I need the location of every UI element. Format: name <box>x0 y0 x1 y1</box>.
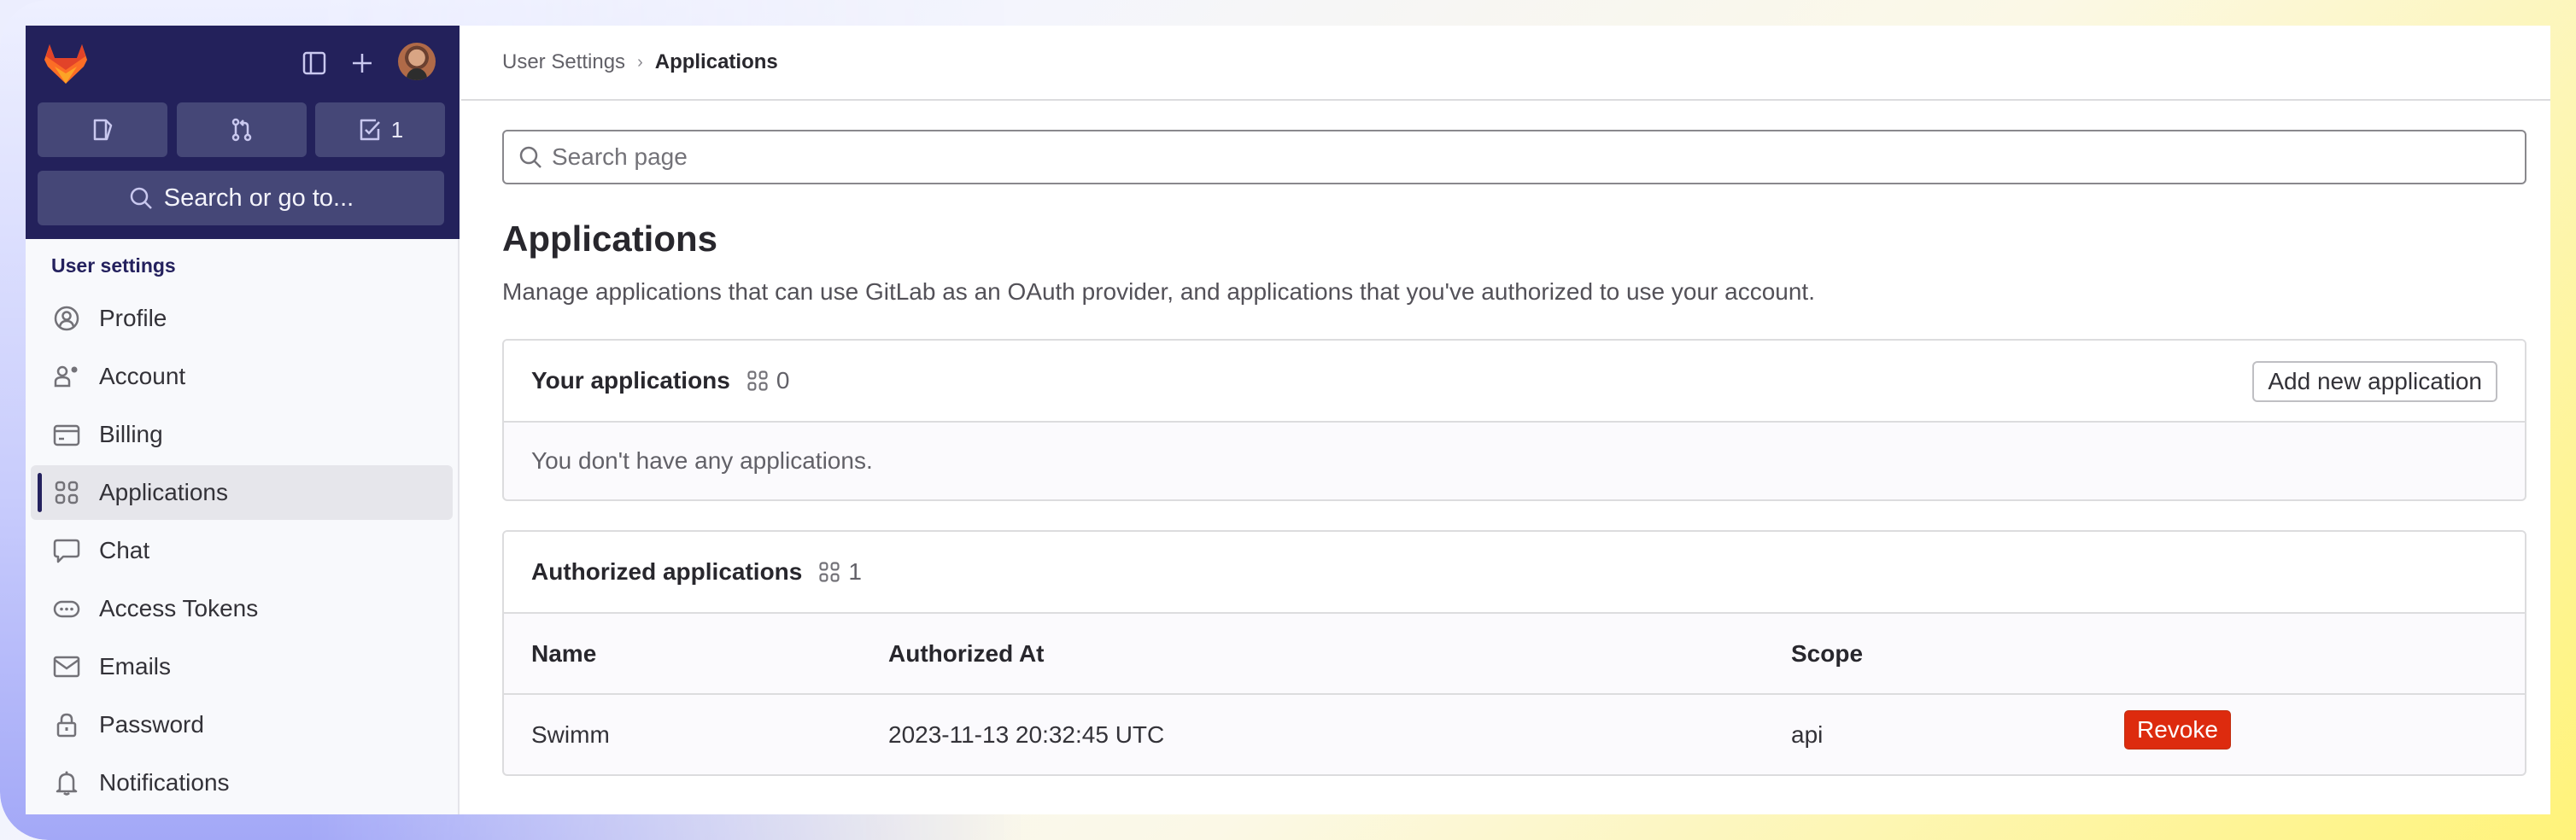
search-icon <box>519 146 542 168</box>
sidebar: 1 Search or go to... User settings Profi… <box>26 26 460 814</box>
applications-icon <box>53 479 80 506</box>
search-icon <box>130 187 152 209</box>
todos-count: 1 <box>390 116 404 143</box>
sidebar-item-label: Billing <box>99 421 163 447</box>
issues-icon <box>93 119 113 141</box>
count-value: 1 <box>848 558 862 585</box>
search-page-field[interactable] <box>502 130 2526 184</box>
cell-authorized-at: 2023-11-13 20:32:45 UTC <box>888 720 1165 748</box>
breadcrumb-applications[interactable]: Applications <box>655 50 778 74</box>
table-row: Swimm 2023-11-13 20:32:45 UTC api Revoke <box>504 694 2525 774</box>
chat-icon <box>53 537 80 564</box>
search-or-go-to-label: Search or go to... <box>163 184 354 212</box>
authorized-applications-card: Authorized applications 1 Name Authorize… <box>502 530 2526 776</box>
column-header-scope: Scope <box>1791 614 2124 695</box>
cell-app-name: Swimm <box>531 720 610 748</box>
sidebar-header: 1 Search or go to... <box>26 26 460 239</box>
breadcrumb-user-settings[interactable]: User Settings <box>502 50 625 74</box>
column-header-name: Name <box>504 614 888 695</box>
mail-icon <box>53 653 80 680</box>
sidebar-item-label: Applications <box>99 479 228 505</box>
sidebar-item-account[interactable]: Account <box>31 349 453 404</box>
page-title: Applications <box>502 219 718 259</box>
sidebar-item-label: Password <box>99 711 204 738</box>
count-value: 0 <box>776 367 790 394</box>
sidebar-item-profile[interactable]: Profile <box>31 291 453 346</box>
bell-icon <box>53 769 80 796</box>
todo-icon <box>360 119 380 141</box>
billing-icon <box>53 421 80 448</box>
revoke-button[interactable]: Revoke <box>2124 709 2231 750</box>
sidebar-item-label: Chat <box>99 537 150 563</box>
user-avatar[interactable] <box>398 43 436 80</box>
main-content: User Settings › Applications Application… <box>461 26 2550 814</box>
sidebar-item-label: Notifications <box>99 769 230 796</box>
your-applications-title: Your applications <box>531 367 730 394</box>
applications-icon <box>747 370 768 391</box>
authorized-applications-count: 1 <box>817 558 862 586</box>
sidebar-item-label: Access Tokens <box>99 595 259 621</box>
app-window: 1 Search or go to... User settings Profi… <box>26 26 2550 814</box>
sidebar-item-label: Emails <box>99 653 172 680</box>
your-applications-count: 0 <box>746 367 790 394</box>
page-description: Manage applications that can use GitLab … <box>502 278 1815 305</box>
sidebar-nav: Profile Account Billing Applications Cha… <box>26 291 460 814</box>
table-header-row: Name Authorized At Scope <box>504 614 2525 695</box>
authorized-applications-table: Name Authorized At Scope Swimm 2023-11-1… <box>504 614 2525 774</box>
sidebar-item-label: Profile <box>99 305 167 331</box>
cell-scope: api <box>1791 720 1824 748</box>
create-new-icon[interactable] <box>343 44 381 82</box>
sidebar-item-notifications[interactable]: Notifications <box>31 755 453 810</box>
sidebar-item-label: Account <box>99 363 186 389</box>
merge-requests-button[interactable] <box>177 102 307 157</box>
sidebar-item-billing[interactable]: Billing <box>31 407 453 462</box>
sidebar-item-access-tokens[interactable]: Access Tokens <box>31 581 453 636</box>
breadcrumb: User Settings › Applications <box>461 26 2550 101</box>
your-applications-header: Your applications 0 Add new application <box>504 341 2525 423</box>
applications-icon <box>819 562 840 582</box>
merge-request-icon <box>231 118 252 142</box>
lock-icon <box>53 711 80 738</box>
profile-icon <box>53 305 80 332</box>
gitlab-logo-icon[interactable] <box>41 41 91 85</box>
add-new-application-button[interactable]: Add new application <box>2252 361 2497 402</box>
account-icon <box>53 363 80 390</box>
authorized-applications-header: Authorized applications 1 <box>504 532 2525 614</box>
sidebar-item-chat[interactable]: Chat <box>31 523 453 578</box>
your-applications-card: Your applications 0 Add new application … <box>502 339 2526 501</box>
sidebar-toggle-icon[interactable] <box>296 44 333 82</box>
token-icon <box>53 595 80 622</box>
breadcrumb-separator-icon: › <box>637 52 643 72</box>
search-or-go-to-button[interactable]: Search or go to... <box>38 171 444 225</box>
sidebar-item-password[interactable]: Password <box>31 697 453 752</box>
search-page-input[interactable] <box>552 143 2516 171</box>
issues-button[interactable] <box>38 102 167 157</box>
cell-actions: Revoke <box>2124 694 2525 774</box>
column-header-actions <box>2124 614 2525 695</box>
column-header-authorized-at: Authorized At <box>888 614 1791 695</box>
todos-button[interactable]: 1 <box>315 102 445 157</box>
sidebar-item-emails[interactable]: Emails <box>31 639 453 694</box>
sidebar-section-title: User settings <box>51 254 176 277</box>
authorized-applications-title: Authorized applications <box>531 558 803 585</box>
sidebar-item-applications[interactable]: Applications <box>31 465 453 520</box>
empty-state-message: You don't have any applications. <box>531 447 873 474</box>
